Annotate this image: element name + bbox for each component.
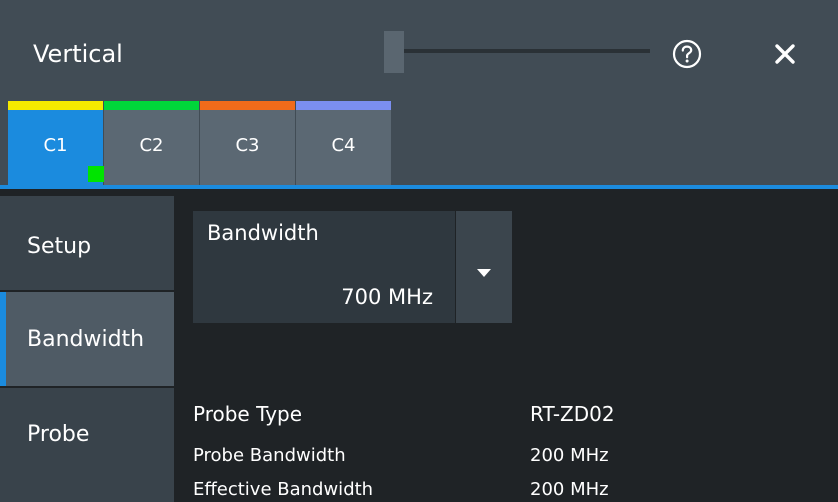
tab-label: C4 — [331, 135, 356, 156]
dialog-title: Vertical — [33, 40, 123, 68]
channel-color-stripe — [200, 101, 295, 110]
probe-type-label: Probe Type — [193, 402, 303, 426]
bandwidth-dropdown[interactable]: Bandwidth 700 MHz — [193, 211, 512, 323]
bandwidth-value: 700 MHz — [341, 285, 433, 309]
tab-c1[interactable]: C1 — [8, 101, 104, 186]
bandwidth-dropdown-button[interactable] — [456, 211, 512, 323]
help-circle-icon[interactable] — [671, 38, 703, 70]
channel-active-indicator — [88, 166, 104, 182]
channel-color-stripe — [296, 101, 391, 110]
channel-tab-bar: C1 C2 C3 C4 — [0, 101, 838, 186]
close-icon[interactable] — [771, 40, 799, 68]
tab-c2[interactable]: C2 — [104, 101, 199, 186]
title-bar: Vertical — [0, 0, 838, 101]
tab-label: C1 — [43, 135, 68, 156]
probe-bandwidth-value: 200 MHz — [530, 445, 609, 466]
tab-underline — [0, 185, 838, 189]
transparency-slider-track[interactable] — [384, 49, 650, 53]
transparency-slider-thumb[interactable] — [384, 31, 404, 73]
side-nav-item-bandwidth[interactable]: Bandwidth — [0, 292, 174, 386]
selection-indicator — [0, 292, 6, 386]
bandwidth-label: Bandwidth — [207, 221, 319, 245]
channel-color-stripe — [8, 101, 103, 110]
chevron-down-icon — [476, 263, 492, 277]
tab-label: C2 — [139, 135, 164, 156]
channel-color-stripe — [104, 101, 199, 110]
effective-bandwidth-label: Effective Bandwidth — [193, 479, 374, 500]
side-nav-item-setup[interactable]: Setup — [0, 196, 174, 290]
side-nav-label: Probe — [27, 422, 90, 447]
bandwidth-value-box[interactable]: Bandwidth 700 MHz — [193, 211, 455, 323]
probe-bandwidth-label: Probe Bandwidth — [193, 445, 346, 466]
side-nav-label: Setup — [27, 234, 92, 259]
probe-type-value: RT-ZD02 — [530, 402, 615, 426]
tab-c4[interactable]: C4 — [296, 101, 391, 186]
side-nav-item-probe[interactable]: Probe — [0, 388, 174, 502]
effective-bandwidth-value: 200 MHz — [530, 479, 609, 500]
tab-c3[interactable]: C3 — [200, 101, 295, 186]
tab-label: C3 — [235, 135, 260, 156]
side-nav-label: Bandwidth — [27, 327, 145, 352]
side-nav: Setup Bandwidth Probe — [0, 196, 174, 502]
